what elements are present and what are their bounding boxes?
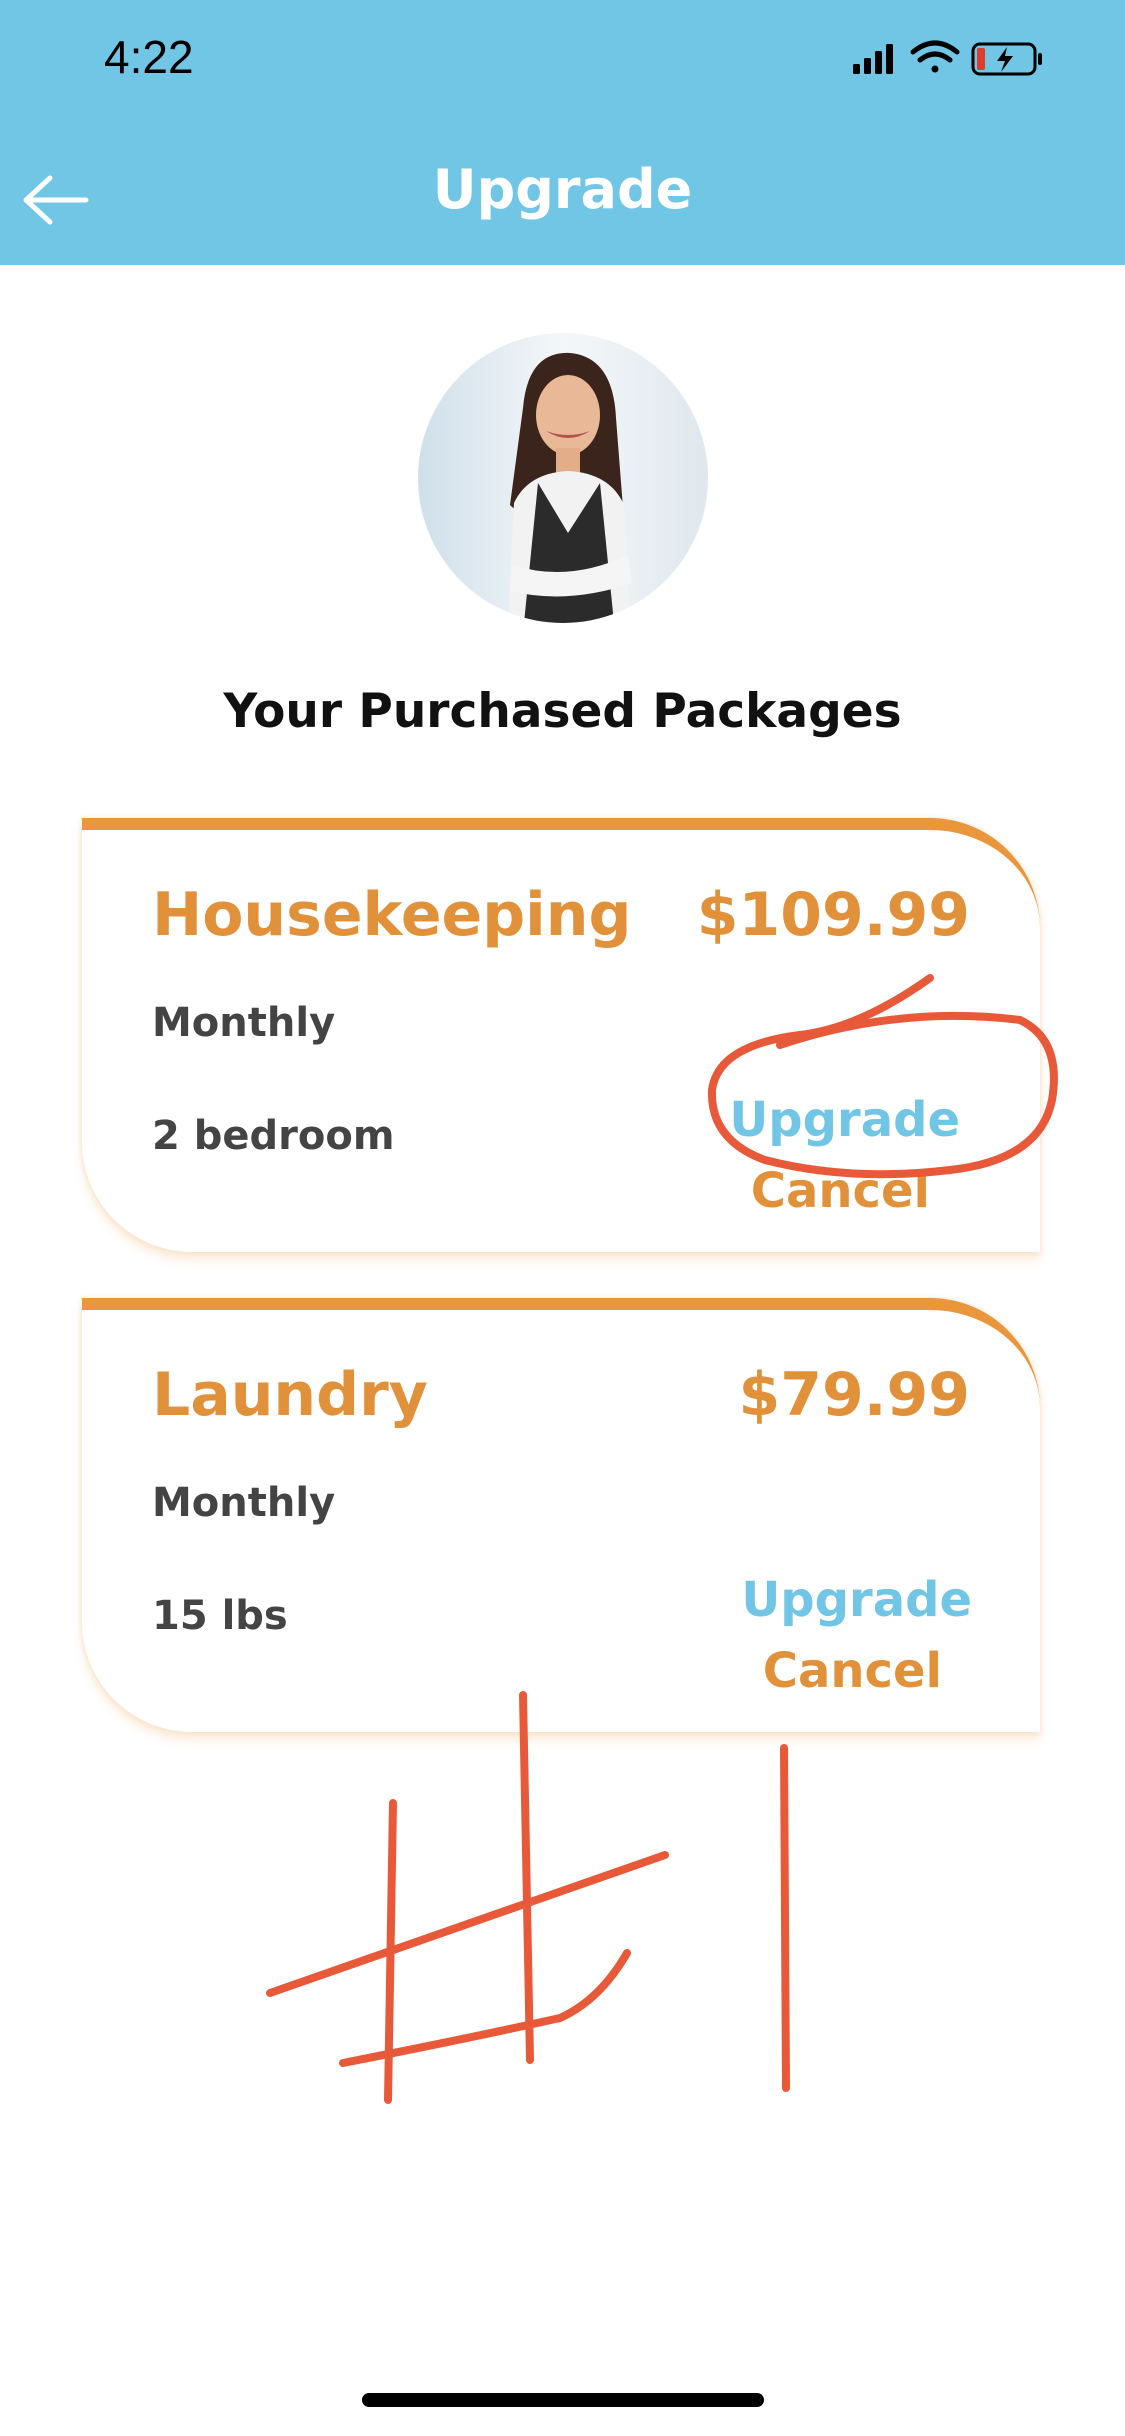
- upgrade-button[interactable]: Upgrade: [741, 1572, 972, 1628]
- package-frequency: Monthly: [152, 1480, 336, 1526]
- status-icons: [853, 40, 1042, 76]
- profile-avatar: [418, 333, 708, 623]
- package-name: Housekeeping: [152, 880, 632, 950]
- package-price: $109.99: [696, 880, 970, 950]
- package-detail: 2 bedroom: [152, 1113, 395, 1159]
- hash-stroke-1: [384, 1799, 397, 2104]
- package-frequency: Monthly: [152, 1000, 336, 1046]
- package-card-housekeeping: Housekeeping $109.99 Monthly 2 bedroom U…: [82, 818, 1040, 1252]
- upgrade-button[interactable]: Upgrade: [729, 1092, 960, 1148]
- package-card-laundry: Laundry $79.99 Monthly 15 lbs Upgrade Ca…: [82, 1298, 1040, 1732]
- package-detail: 15 lbs: [152, 1593, 288, 1639]
- hash-stroke-4: [339, 1949, 631, 2067]
- hash-stroke-2: [519, 1691, 534, 2064]
- status-time: 4:22: [104, 31, 194, 83]
- one-stroke: [780, 1744, 790, 2092]
- home-indicator: [362, 2393, 764, 2407]
- cancel-button[interactable]: Cancel: [763, 1643, 942, 1699]
- header-bar: 4:22 Upgrade: [0, 0, 1125, 265]
- page-title: Upgrade: [432, 158, 693, 221]
- hash-stroke-3: [266, 1851, 669, 1997]
- cancel-button[interactable]: Cancel: [751, 1163, 930, 1219]
- package-price: $79.99: [738, 1360, 970, 1430]
- battery-charging-icon: [971, 42, 1042, 76]
- wifi-icon: [910, 40, 960, 73]
- package-name: Laundry: [152, 1360, 428, 1430]
- section-title: Your Purchased Packages: [223, 684, 902, 739]
- signal-icon: [853, 44, 893, 74]
